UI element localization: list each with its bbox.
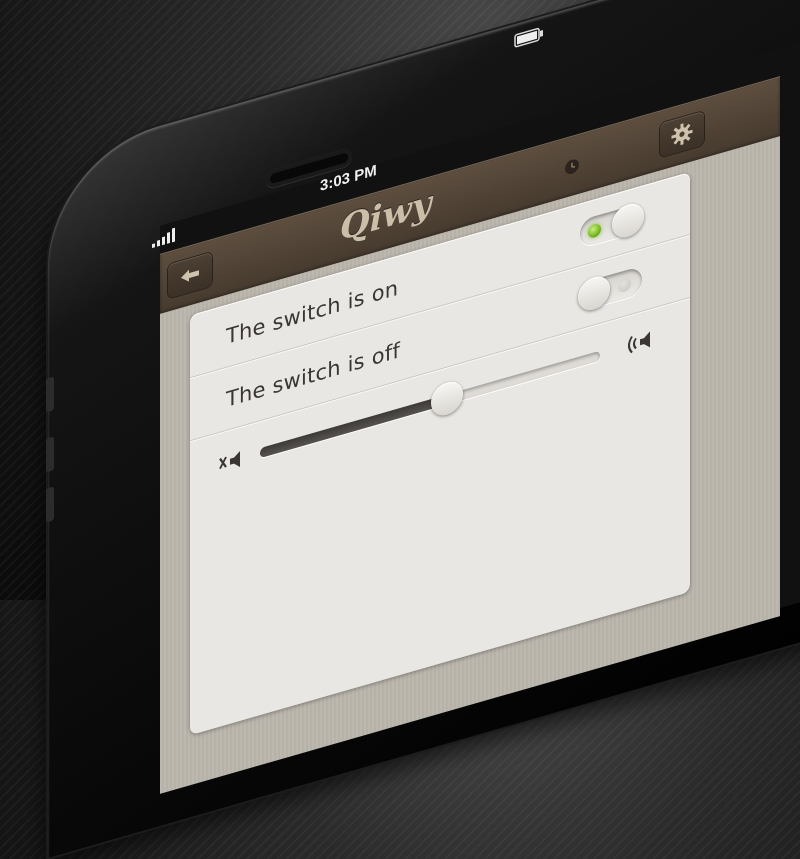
toggle-knob: [612, 200, 644, 242]
toggle-switch-on[interactable]: [580, 200, 644, 249]
volume-high-icon: [628, 331, 650, 354]
toggle-switch-off[interactable]: [578, 265, 642, 315]
clock-icon: [565, 159, 579, 175]
volume-up-button: [46, 436, 54, 473]
mute-icon: [219, 450, 240, 469]
gear-icon: [671, 123, 693, 146]
volume-down-button: [46, 486, 54, 523]
toggle-indicator-on: [588, 222, 601, 240]
mute-switch: [46, 376, 54, 413]
back-button[interactable]: [168, 251, 212, 299]
settings-button[interactable]: [660, 110, 704, 158]
volume-slider-knob[interactable]: [431, 378, 463, 420]
scene: 3:03 PM Qiwy The switch is on The switch…: [0, 0, 800, 858]
toggle-knob: [578, 272, 610, 315]
phone-device: 3:03 PM Qiwy The switch is on The switch…: [46, 0, 800, 858]
back-arrow-icon: [181, 269, 199, 282]
toggle-indicator-off: [618, 276, 631, 294]
